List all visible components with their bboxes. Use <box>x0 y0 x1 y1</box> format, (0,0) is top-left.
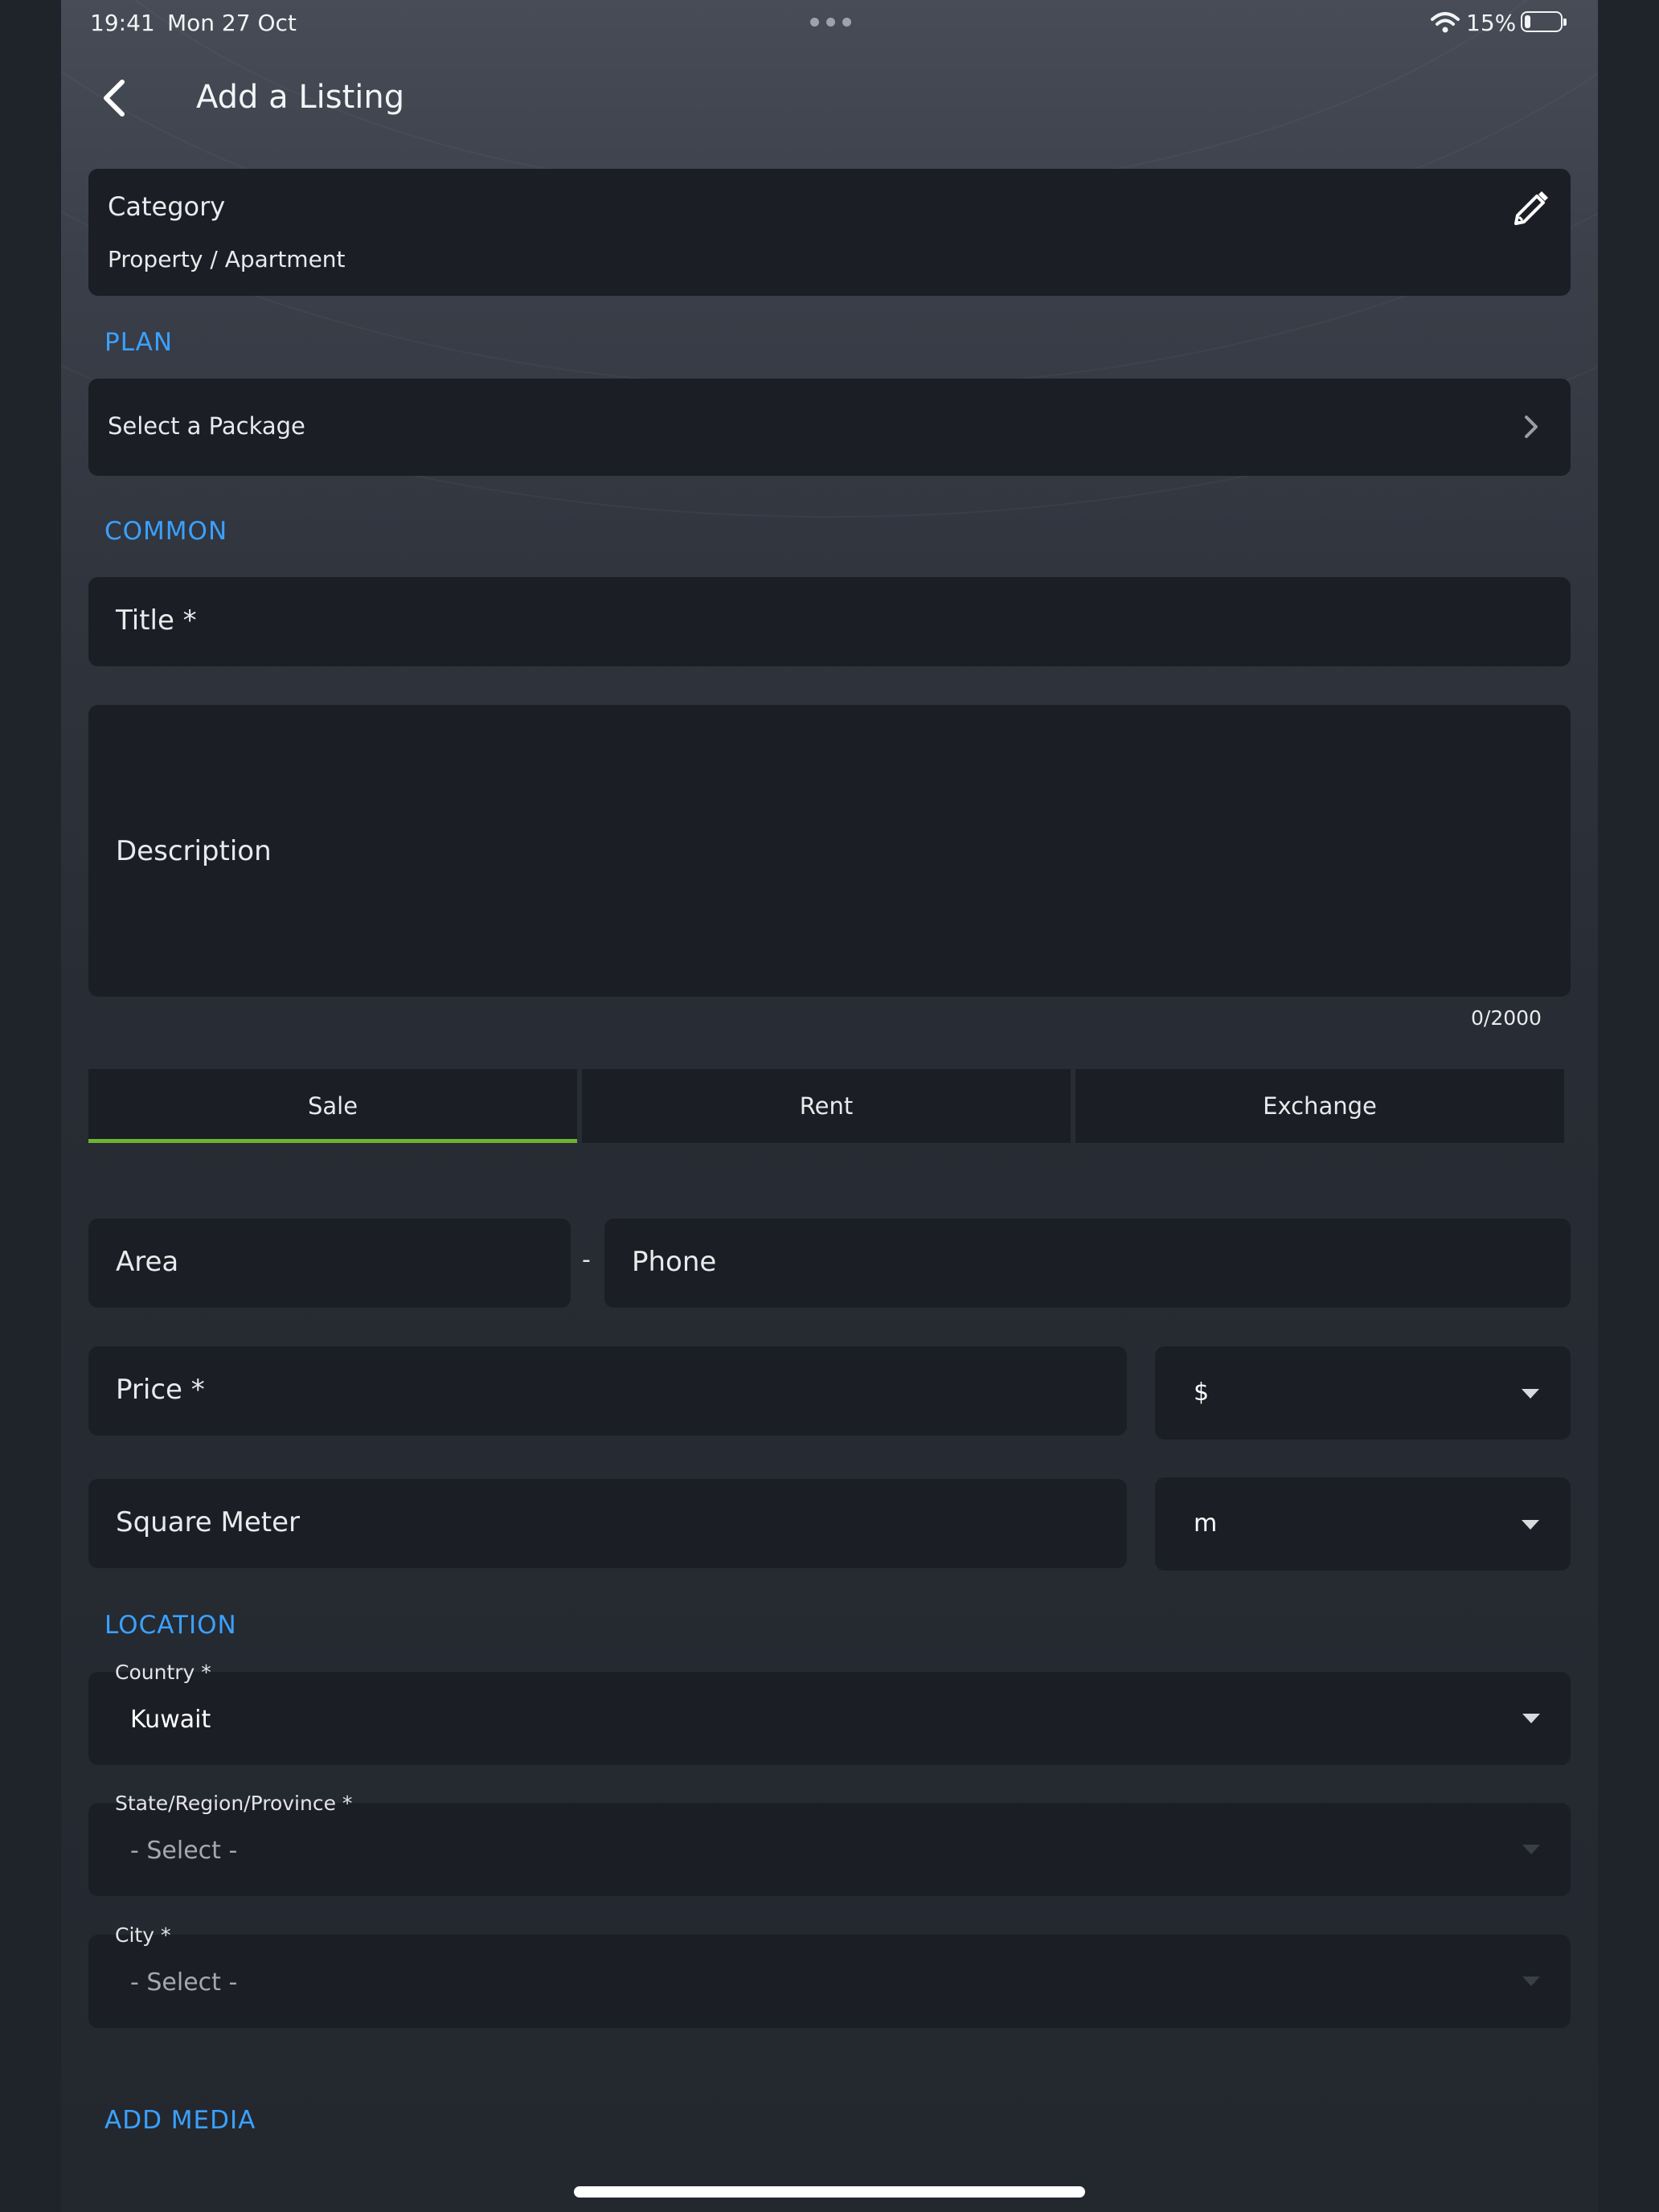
description-char-counter: 0/2000 <box>1471 1006 1542 1030</box>
currency-select[interactable]: $ <box>1155 1346 1571 1440</box>
state-placeholder: - Select - <box>130 1837 238 1865</box>
area-placeholder: Area <box>116 1246 179 1278</box>
add-media-heading[interactable]: ADD MEDIA <box>104 2106 256 2135</box>
pencil-icon <box>1514 191 1548 225</box>
tab-sale[interactable]: Sale <box>88 1069 577 1143</box>
caret-down-icon <box>1522 1389 1539 1399</box>
category-value: Property / Apartment <box>108 246 346 272</box>
battery-level <box>1525 15 1530 28</box>
area-code-input[interactable]: Area <box>88 1219 571 1308</box>
chevron-right-icon <box>1525 416 1538 438</box>
square-meter-placeholder: Square Meter <box>116 1506 300 1538</box>
caret-down-icon <box>1522 1976 1540 1986</box>
tab-exchange[interactable]: Exchange <box>1075 1069 1564 1143</box>
back-button[interactable] <box>95 74 135 122</box>
chevron-left-icon <box>104 80 125 117</box>
unit-value: m <box>1194 1509 1218 1538</box>
tab-rent[interactable]: Rent <box>582 1069 1071 1143</box>
price-placeholder: Price * <box>116 1374 205 1406</box>
unit-select[interactable]: m <box>1155 1477 1571 1571</box>
battery-percent: 15% <box>1466 10 1517 36</box>
category-label: Category <box>108 191 226 222</box>
title-input[interactable]: Title * <box>88 577 1571 666</box>
city-select[interactable]: - Select - <box>88 1935 1571 2028</box>
home-indicator[interactable] <box>574 2186 1085 2198</box>
battery-icon <box>1521 11 1567 32</box>
category-card: Category Property / Apartment <box>88 169 1571 296</box>
section-location-heading: LOCATION <box>104 1611 237 1640</box>
listing-type-tabs: Sale Rent Exchange <box>88 1069 1567 1143</box>
description-placeholder: Description <box>116 835 272 867</box>
edit-category-button[interactable] <box>1508 186 1553 231</box>
caret-down-icon <box>1522 1845 1540 1854</box>
select-package-label: Select a Package <box>108 412 305 440</box>
phone-separator: - <box>582 1246 591 1274</box>
multitask-dots-icon[interactable] <box>810 18 852 27</box>
state-label: State/Region/Province * <box>115 1792 353 1815</box>
status-bar: 19:41 Mon 27 Oct 15% <box>0 0 1659 48</box>
caret-down-icon <box>1522 1714 1540 1723</box>
description-textarea[interactable]: Description <box>88 705 1571 997</box>
country-select[interactable]: Kuwait <box>88 1672 1571 1765</box>
square-meter-input[interactable]: Square Meter <box>88 1479 1127 1568</box>
wifi-icon <box>1431 12 1460 33</box>
section-plan-heading: PLAN <box>104 328 174 357</box>
country-label: Country * <box>115 1661 211 1684</box>
currency-value: $ <box>1194 1378 1210 1407</box>
page-title: Add a Listing <box>196 79 405 116</box>
phone-input[interactable]: Phone <box>604 1219 1571 1308</box>
select-package-button[interactable]: Select a Package <box>88 379 1571 476</box>
phone-placeholder: Phone <box>632 1246 717 1278</box>
status-date: Mon 27 Oct <box>167 10 297 36</box>
state-select[interactable]: - Select - <box>88 1803 1571 1896</box>
caret-down-icon <box>1522 1520 1539 1530</box>
city-label: City * <box>115 1923 171 1947</box>
title-placeholder: Title * <box>116 604 197 637</box>
city-placeholder: - Select - <box>130 1968 238 1997</box>
section-common-heading: COMMON <box>104 517 228 546</box>
status-time: 19:41 <box>90 10 155 36</box>
price-input[interactable]: Price * <box>88 1346 1127 1436</box>
country-value: Kuwait <box>130 1706 211 1734</box>
